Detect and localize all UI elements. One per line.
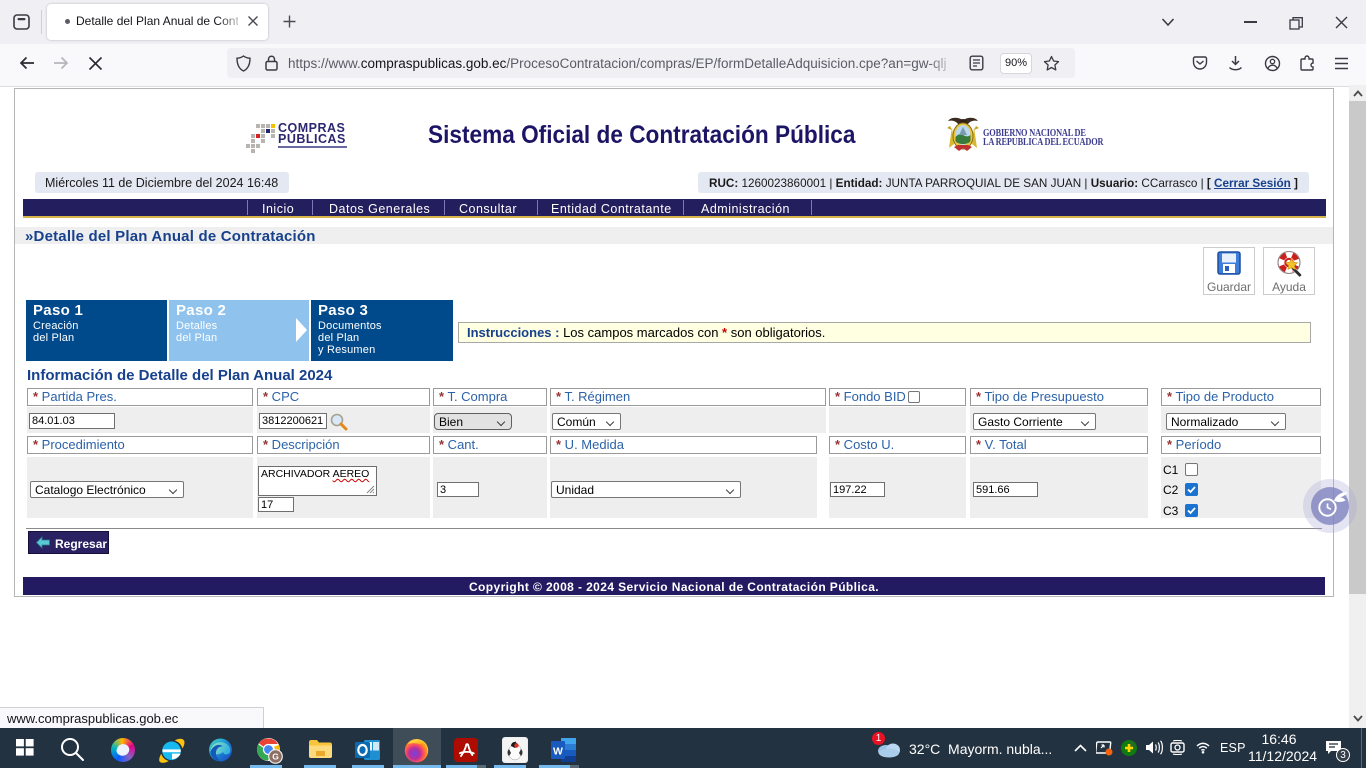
svg-text:W: W <box>553 746 563 758</box>
svg-text:G: G <box>272 752 279 762</box>
